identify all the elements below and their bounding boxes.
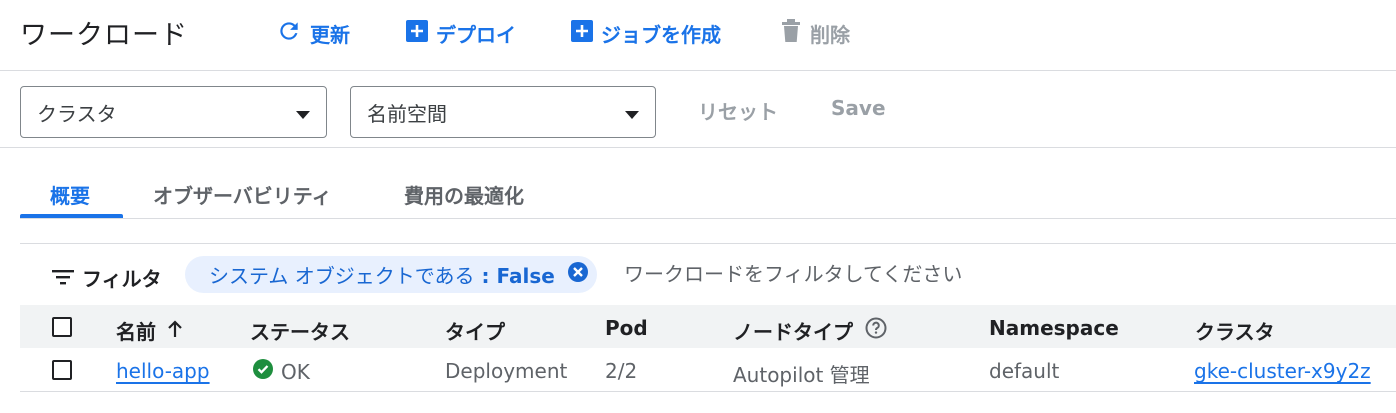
filter-label: フィルタ <box>82 267 162 291</box>
filter-chip-value: False <box>496 264 555 288</box>
row-divider <box>20 391 1396 392</box>
filter-chip[interactable]: システム オブジェクトである : False <box>185 256 597 293</box>
create-job-button[interactable]: ジョブを作成 <box>571 16 721 50</box>
delete-label: 削除 <box>810 22 850 47</box>
refresh-button[interactable]: 更新 <box>276 16 350 50</box>
filter-list-icon <box>52 266 74 290</box>
filter-top-divider <box>20 243 1396 244</box>
page-title: ワークロード <box>20 20 188 51</box>
tabs-divider <box>20 218 1396 219</box>
reset-button[interactable]: リセット <box>698 96 778 125</box>
remove-chip-icon[interactable] <box>567 261 589 288</box>
refresh-label: 更新 <box>310 22 350 47</box>
node-type-cell: Autopilot 管理 <box>733 363 870 387</box>
filter-chip-key: システム オブジェクトである <box>209 264 475 288</box>
tab-observability[interactable]: オブザーバビリティ <box>153 180 332 209</box>
refresh-icon <box>276 18 302 49</box>
dropdown-arrow-icon <box>625 100 639 124</box>
namespace-select-label: 名前空間 <box>367 101 447 126</box>
dropdown-arrow-icon <box>296 100 310 124</box>
namespace-cell: default <box>989 359 1060 383</box>
workload-name-link[interactable]: hello-app <box>116 359 210 383</box>
tab-cost-optimization[interactable]: 費用の最適化 <box>404 180 524 209</box>
cluster-select[interactable]: クラスタ <box>20 86 327 138</box>
column-node-type-label: ノードタイプ <box>733 320 853 344</box>
column-name-label: 名前 <box>116 320 156 344</box>
column-header-name[interactable]: 名前 <box>116 316 184 345</box>
filter-button[interactable]: フィルタ <box>52 263 162 292</box>
delete-button[interactable]: 削除 <box>780 16 850 50</box>
column-header-namespace[interactable]: Namespace <box>989 316 1119 340</box>
cluster-select-label: クラスタ <box>37 101 117 126</box>
status-cell: OK <box>253 359 310 384</box>
tab-overview[interactable]: 概要 <box>50 180 90 209</box>
pods-cell: 2/2 <box>605 359 638 383</box>
selectors-divider <box>0 147 1396 148</box>
column-header-type[interactable]: タイプ <box>445 316 505 345</box>
cluster-link[interactable]: gke-cluster-x9y2z <box>1194 359 1371 383</box>
deploy-label: デプロイ <box>436 22 516 47</box>
check-circle-icon <box>253 359 273 384</box>
add-box-icon <box>406 19 428 47</box>
help-icon[interactable] <box>865 317 887 344</box>
add-box-icon <box>571 19 593 47</box>
filter-chip-text: システム オブジェクトである : False <box>209 260 555 289</box>
table-header-row <box>20 305 1396 348</box>
column-header-pod[interactable]: Pod <box>605 316 648 340</box>
namespace-select[interactable]: 名前空間 <box>350 86 656 138</box>
column-header-status[interactable]: ステータス <box>250 316 350 345</box>
select-all-checkbox[interactable] <box>52 317 72 337</box>
sort-ascending-icon <box>166 319 184 343</box>
row-checkbox[interactable] <box>52 360 72 380</box>
save-button[interactable]: Save <box>831 96 886 120</box>
filter-input[interactable] <box>624 262 1224 286</box>
type-cell: Deployment <box>445 359 568 383</box>
create-job-label: ジョブを作成 <box>601 22 721 47</box>
column-header-cluster[interactable]: クラスタ <box>1195 316 1275 345</box>
deploy-button[interactable]: デプロイ <box>406 16 516 50</box>
trash-icon <box>780 18 802 48</box>
column-header-node-type[interactable]: ノードタイプ <box>733 316 887 345</box>
header-divider <box>0 70 1396 71</box>
filter-chip-separator: : <box>474 264 497 288</box>
status-text: OK <box>281 359 310 384</box>
